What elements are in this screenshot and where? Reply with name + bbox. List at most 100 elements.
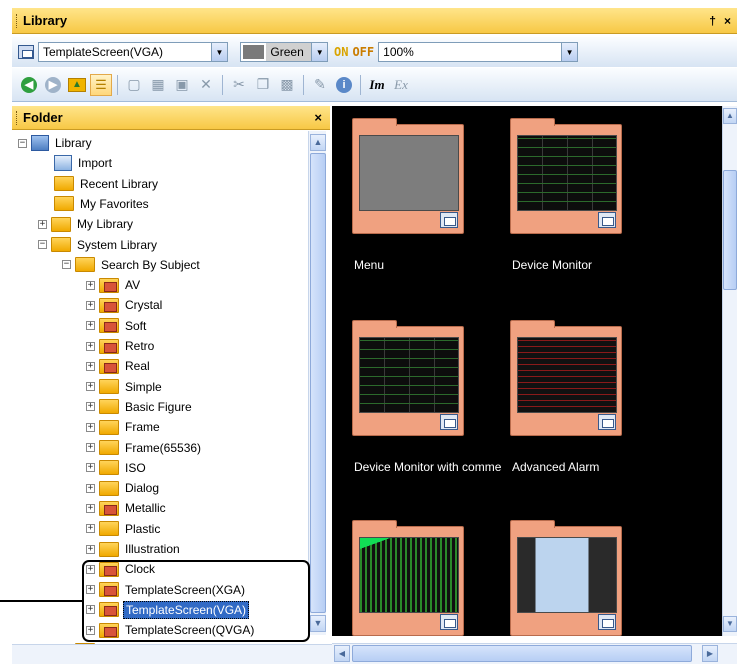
- library-item-thumbnail[interactable]: [352, 320, 464, 436]
- screen-select[interactable]: TemplateScreen(VGA) ▼: [38, 42, 228, 62]
- expand-icon[interactable]: +: [86, 443, 95, 452]
- close-icon[interactable]: ×: [724, 14, 731, 28]
- library-item-thumbnail[interactable]: [510, 520, 622, 636]
- pin-icon[interactable]: †: [709, 14, 716, 28]
- chevron-down-icon[interactable]: ▼: [561, 43, 578, 61]
- scroll-thumb[interactable]: [723, 170, 737, 290]
- tree-item[interactable]: + Frame(65536): [86, 438, 203, 458]
- tree-item[interactable]: + TemplateScreen(QVGA): [86, 620, 256, 640]
- folder-icon: [51, 237, 71, 252]
- tree-item[interactable]: Import: [54, 153, 114, 173]
- tree-item-label: TemplateScreen(VGA): [123, 600, 250, 619]
- expand-icon[interactable]: +: [86, 422, 95, 432]
- library-item-thumbnail[interactable]: [352, 118, 464, 234]
- tree-item[interactable]: + TemplateScreen(VGA): [86, 600, 250, 620]
- delete-icon[interactable]: ✕: [195, 74, 217, 96]
- tree-item[interactable]: + Basic Figure: [86, 397, 194, 417]
- color-select[interactable]: Green ▼: [240, 42, 328, 62]
- scroll-thumb[interactable]: [310, 153, 326, 613]
- tree-item[interactable]: + Soft: [86, 316, 148, 336]
- expand-icon[interactable]: +: [86, 463, 95, 473]
- expand-icon[interactable]: +: [86, 382, 95, 392]
- folder-tree-icon[interactable]: ☰: [90, 73, 112, 96]
- scroll-down-icon[interactable]: ▼: [310, 615, 326, 632]
- preview-vertical-scrollbar[interactable]: ▲ ▼: [722, 106, 737, 636]
- tree-item[interactable]: + Real: [86, 356, 152, 376]
- close-icon[interactable]: ×: [314, 110, 322, 125]
- tree-item[interactable]: + My Library: [38, 214, 135, 234]
- expand-icon[interactable]: +: [86, 321, 95, 331]
- scroll-up-icon[interactable]: ▲: [310, 134, 326, 151]
- expand-icon[interactable]: +: [86, 361, 95, 371]
- expand-icon[interactable]: +: [86, 300, 95, 310]
- im-icon[interactable]: Im: [366, 74, 388, 96]
- scroll-thumb[interactable]: [352, 645, 692, 662]
- expand-icon[interactable]: +: [86, 544, 95, 554]
- expand-icon[interactable]: +: [86, 564, 95, 574]
- import-item-icon[interactable]: ▣: [171, 74, 193, 96]
- tree-item[interactable]: + TemplateScreen(XGA): [86, 580, 247, 600]
- info-icon[interactable]: i: [333, 74, 355, 96]
- edit-icon[interactable]: ✎: [309, 74, 331, 96]
- library-item-thumbnail[interactable]: [510, 320, 622, 436]
- ex-icon[interactable]: Ex: [390, 74, 412, 96]
- chevron-down-icon[interactable]: ▼: [311, 43, 327, 61]
- chevron-down-icon[interactable]: ▼: [211, 43, 227, 61]
- tree-item[interactable]: My Favorites: [54, 194, 151, 214]
- scroll-left-icon[interactable]: ◀: [334, 645, 350, 662]
- collapse-icon[interactable]: −: [38, 240, 47, 249]
- new-item-icon[interactable]: ▢: [123, 74, 145, 96]
- expand-icon[interactable]: +: [86, 341, 95, 351]
- tree-item-label: Illustration: [125, 542, 180, 556]
- tree-item[interactable]: + Retro: [86, 336, 156, 356]
- on-toggle[interactable]: ON: [334, 45, 348, 59]
- tree-item[interactable]: − Search By Subject: [62, 255, 202, 275]
- scroll-up-icon[interactable]: ▲: [723, 108, 737, 124]
- tree-horizontal-scrollbar[interactable]: [12, 644, 332, 664]
- expand-icon[interactable]: +: [86, 605, 95, 615]
- zoom-select[interactable]: 100% ▼: [378, 42, 579, 62]
- library-item-thumbnail[interactable]: [352, 520, 464, 636]
- tree-item[interactable]: + Crystal: [86, 295, 164, 315]
- library-item-thumbnail[interactable]: [510, 118, 622, 234]
- expand-icon[interactable]: +: [86, 625, 95, 635]
- copy-icon[interactable]: ❐: [252, 74, 274, 96]
- tree-item[interactable]: − Library: [18, 133, 94, 153]
- tree-item[interactable]: + Illustration: [86, 539, 182, 559]
- tree-item[interactable]: + ISO: [86, 458, 148, 478]
- tree-item[interactable]: + Clock: [86, 559, 157, 579]
- preview-horizontal-scrollbar[interactable]: ◀ ▶: [332, 643, 737, 664]
- tree-item[interactable]: + Simple: [86, 377, 164, 397]
- tree-item[interactable]: Recent Library: [54, 174, 160, 194]
- tree-item[interactable]: + Plastic: [86, 519, 162, 539]
- expand-icon[interactable]: +: [38, 219, 47, 229]
- new-folder-icon[interactable]: ▦: [147, 74, 169, 96]
- expand-icon[interactable]: +: [86, 503, 95, 513]
- tree-item-label: ISO: [125, 460, 146, 475]
- collapse-icon[interactable]: −: [18, 138, 27, 148]
- tree-item[interactable]: + Metallic: [86, 498, 168, 518]
- thumbnail-screen: [359, 337, 459, 413]
- paste-icon[interactable]: ▩: [276, 74, 298, 96]
- back-icon[interactable]: ◀: [18, 74, 40, 96]
- expand-icon[interactable]: +: [86, 402, 95, 412]
- tree-item-label: Crystal: [125, 298, 163, 313]
- tree-item[interactable]: + Frame: [86, 417, 162, 437]
- expand-icon[interactable]: +: [86, 524, 95, 534]
- scroll-down-icon[interactable]: ▼: [723, 616, 737, 632]
- expand-icon[interactable]: +: [86, 585, 95, 595]
- up-folder-icon[interactable]: ▲: [66, 74, 88, 96]
- forward-icon[interactable]: ▶: [42, 74, 64, 96]
- tree-item[interactable]: − System Library: [38, 235, 159, 255]
- drag-grip-icon[interactable]: [16, 13, 19, 28]
- off-toggle[interactable]: OFF: [352, 45, 374, 59]
- collapse-icon[interactable]: −: [62, 260, 71, 270]
- expand-icon[interactable]: +: [86, 280, 95, 290]
- drag-grip-icon[interactable]: [16, 110, 19, 125]
- tree-item[interactable]: + AV: [86, 275, 142, 295]
- scroll-right-icon[interactable]: ▶: [702, 645, 718, 662]
- expand-icon[interactable]: +: [86, 483, 95, 493]
- tree-vertical-scrollbar[interactable]: ▲ ▼: [308, 131, 326, 635]
- tree-item[interactable]: + Dialog: [86, 478, 161, 498]
- cut-icon[interactable]: ✂: [228, 74, 250, 96]
